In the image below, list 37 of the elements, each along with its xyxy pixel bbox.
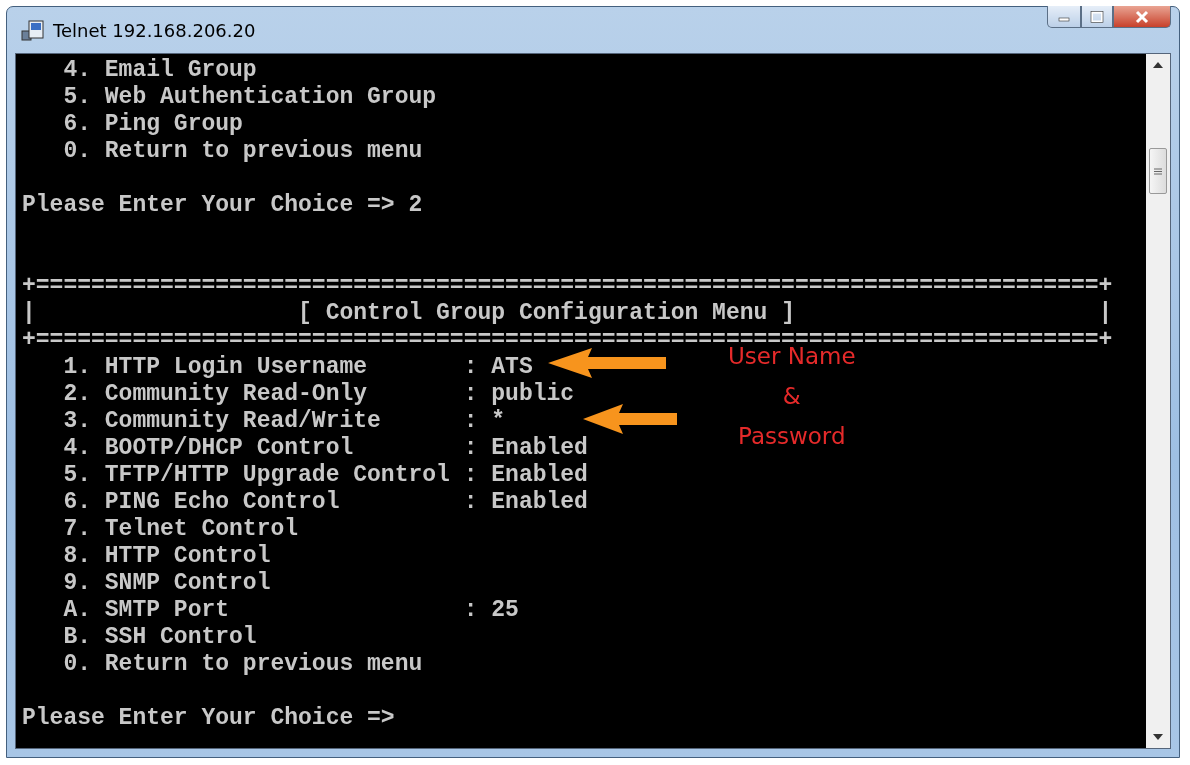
close-icon [1134, 9, 1150, 24]
menu-line: 5. TFTP/HTTP Upgrade Control : Enabled [63, 462, 588, 489]
arrow-icon [548, 348, 666, 378]
annotation-text: & [782, 382, 801, 411]
annotation-text: Password [738, 422, 846, 451]
arrow-icon [583, 404, 677, 434]
menu-line: 3. Community Read/Write : * [63, 408, 506, 435]
window-title: Telnet 192.168.206.20 [53, 19, 256, 41]
scroll-up-icon[interactable] [1153, 62, 1163, 68]
maximize-icon [1090, 10, 1104, 23]
prompt-line: Please Enter Your Choice => [22, 705, 395, 732]
menu-line: 2. Community Read-Only : public [63, 381, 575, 408]
menu-line: 0. Return to previous menu [63, 651, 423, 678]
menu-line: 4. Email Group [63, 57, 257, 84]
menu-line: 5. Web Authentication Group [63, 84, 437, 111]
menu-line: 1. HTTP Login Username : ATS [63, 354, 533, 381]
scrollbar-thumb[interactable] [1149, 148, 1167, 194]
menu-line: 7. Telnet Control [63, 516, 299, 543]
menu-line: 6. Ping Group [63, 111, 243, 138]
menu-title: [ Control Group Configuration Menu ] [298, 300, 795, 327]
menu-line: A. SMTP Port : 25 [63, 597, 519, 624]
border-line: +=============================================================================+ [22, 273, 1113, 300]
prompt-line: Please Enter Your Choice => 2 [22, 192, 423, 219]
box-edge: | [22, 300, 36, 327]
menu-line: 8. HTTP Control [63, 543, 271, 570]
scroll-down-icon[interactable] [1153, 734, 1163, 740]
menu-line: B. SSH Control [63, 624, 257, 651]
minimize-button[interactable] [1047, 6, 1081, 28]
maximize-button[interactable] [1081, 6, 1113, 28]
menu-line: 9. SNMP Control [63, 570, 271, 597]
menu-line: 6. PING Echo Control : Enabled [63, 489, 588, 516]
close-button[interactable] [1113, 6, 1171, 28]
box-edge: | [1098, 300, 1113, 327]
menu-line: 4. BOOTP/DHCP Control : Enabled [63, 435, 588, 462]
computer-icon [21, 19, 45, 41]
menu-line: 0. Return to previous menu [63, 138, 423, 165]
scrollbar[interactable] [1146, 54, 1170, 748]
